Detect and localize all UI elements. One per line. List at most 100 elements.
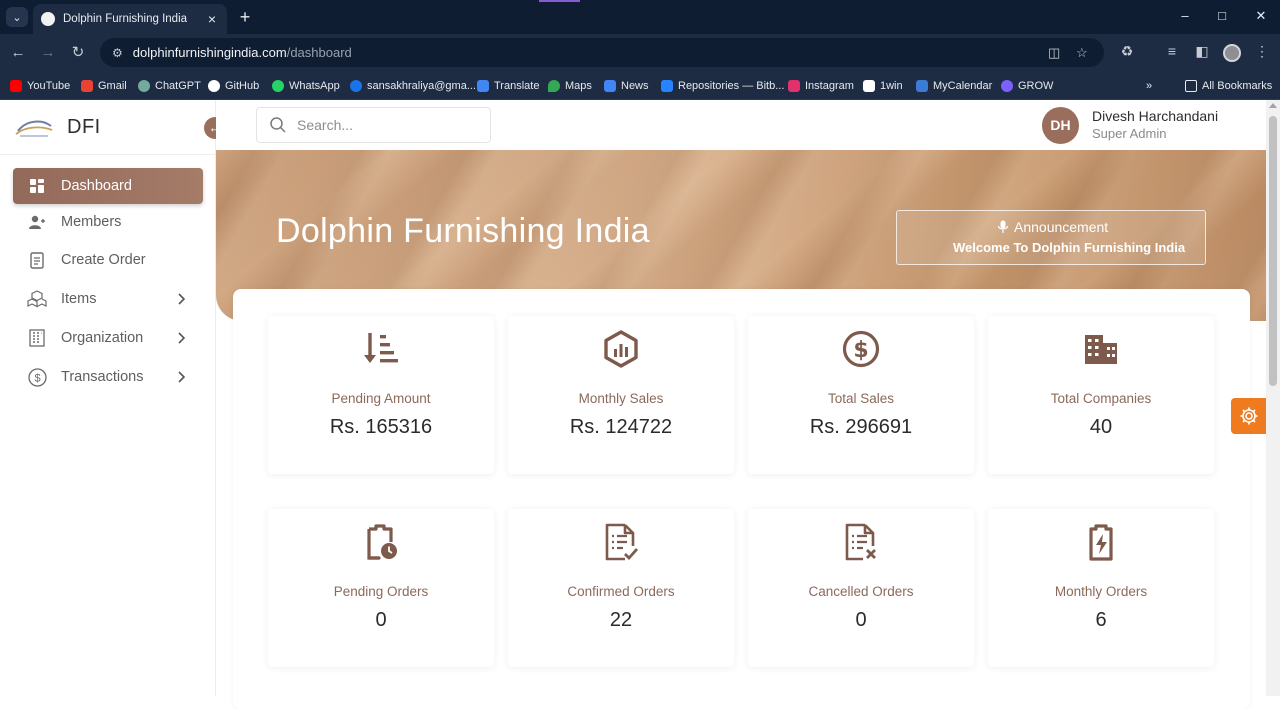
stat-card-pending-orders[interactable]: Pending Orders 0 xyxy=(268,509,494,667)
sidebar-item-items[interactable]: Items xyxy=(13,281,203,317)
bookmark-instagram[interactable]: Instagram xyxy=(788,78,854,94)
bookmark-1win[interactable]: 1win xyxy=(863,78,903,94)
sidebar-item-label: Items xyxy=(61,291,97,307)
bookmark-gmail[interactable]: Gmail xyxy=(81,78,127,94)
bookmark-github[interactable]: GitHub xyxy=(208,78,259,94)
stat-card-total-sales[interactable]: $ Total Sales Rs. 296691 xyxy=(748,316,974,474)
bookmark-repositories[interactable]: Repositories — Bitb... xyxy=(661,78,784,94)
stat-card-cancelled-orders[interactable]: Cancelled Orders 0 xyxy=(748,509,974,667)
url-path: /dashboard xyxy=(286,45,352,60)
close-window-button[interactable]: ✕ xyxy=(1251,8,1271,24)
stat-label: Total Sales xyxy=(827,391,895,406)
bookmark-maps[interactable]: Maps xyxy=(548,78,592,94)
announcement-header: Announcement xyxy=(997,219,1108,235)
stat-label: Total Companies xyxy=(1050,391,1152,406)
dollar-circle-icon: $ xyxy=(842,330,880,368)
document-icon xyxy=(27,250,47,270)
user-avatar[interactable]: DH xyxy=(1042,107,1079,144)
all-bookmarks[interactable]: All Bookmarks xyxy=(1185,78,1272,94)
bookmark-label: 1win xyxy=(880,80,903,92)
side-panel-icon[interactable]: ◧ xyxy=(1192,43,1212,60)
stat-card-monthly-orders[interactable]: Monthly Orders 6 xyxy=(988,509,1214,667)
announcement-text: Welcome To Dolphin Furnishing India xyxy=(953,240,1186,255)
back-button[interactable]: ← xyxy=(8,43,28,63)
page-scrollbar[interactable] xyxy=(1266,100,1280,696)
sidebar-item-label: Members xyxy=(61,214,122,230)
stat-value: 22 xyxy=(609,609,633,631)
bookmark-whatsapp[interactable]: WhatsApp xyxy=(272,78,340,94)
bookmarks-overflow-icon[interactable]: » xyxy=(1146,78,1152,94)
media-control-icon[interactable]: ≡ xyxy=(1162,43,1182,59)
hero-title: Dolphin Furnishing India xyxy=(276,212,650,250)
sidebar-item-members[interactable]: Members xyxy=(13,204,203,240)
site-info-icon[interactable]: ⚙ xyxy=(112,46,123,60)
bookmark-label: sansakhraliya@gma... xyxy=(367,80,476,92)
announcement-box: Announcement Welcome To Dolphin Furnishi… xyxy=(896,210,1206,265)
maps-icon xyxy=(548,80,560,92)
svg-text:$: $ xyxy=(34,372,40,384)
bookmark-label: WhatsApp xyxy=(289,80,340,92)
bookmark-label: ChatGPT xyxy=(155,80,201,92)
stat-card-pending-amount[interactable]: Pending Amount Rs. 165316 xyxy=(268,316,494,474)
bitbucket-icon xyxy=(661,80,673,92)
scroll-up-arrow-icon[interactable] xyxy=(1269,103,1277,108)
stat-label: Pending Orders xyxy=(333,584,429,599)
bookmark-label: Translate xyxy=(494,80,540,92)
stat-label: Monthly Orders xyxy=(1054,584,1148,599)
stat-value: 6 xyxy=(1095,609,1107,631)
brand-header: DFI ← xyxy=(0,100,226,155)
bookmark-youtube[interactable]: YouTube xyxy=(10,78,70,94)
stat-label: Pending Amount xyxy=(331,391,431,406)
translate-icon xyxy=(477,80,489,92)
all-bookmarks-label: All Bookmarks xyxy=(1202,80,1273,92)
stat-card-confirmed-orders[interactable]: Confirmed Orders 22 xyxy=(508,509,734,667)
bookmark-news[interactable]: News xyxy=(604,78,649,94)
search-box[interactable] xyxy=(256,107,491,143)
bookmark-email[interactable]: sansakhraliya@gma... xyxy=(350,78,476,94)
stat-label: Monthly Sales xyxy=(578,391,664,406)
address-bar[interactable]: ⚙ dolphinfurnishingindia.com/dashboard ◫… xyxy=(100,38,1104,67)
stat-value: 0 xyxy=(375,609,387,631)
bookmark-label: News xyxy=(621,80,649,92)
bookmark-star-icon[interactable]: ☆ xyxy=(1076,38,1088,67)
stat-card-monthly-sales[interactable]: Monthly Sales Rs. 124722 xyxy=(508,316,734,474)
sidebar-item-label: Dashboard xyxy=(61,178,132,194)
stat-card-total-companies[interactable]: Total Companies 40 xyxy=(988,316,1214,474)
tab-close-icon[interactable]: × xyxy=(205,11,219,27)
forward-button[interactable]: → xyxy=(38,43,58,63)
reload-button[interactable]: ↻ xyxy=(68,43,88,63)
browser-tab[interactable]: Dolphin Furnishing India × xyxy=(33,4,227,34)
tab-title: Dolphin Furnishing India xyxy=(63,13,188,25)
search-input[interactable] xyxy=(297,117,477,133)
sidebar-item-transactions[interactable]: $ Transactions xyxy=(13,359,203,395)
file-x-icon xyxy=(845,523,876,561)
top-bar: DH Divesh Harchandani Super Admin xyxy=(216,100,1266,150)
maximize-button[interactable]: □ xyxy=(1212,8,1232,23)
youtube-icon xyxy=(10,80,22,92)
stats-panel: Pending Amount Rs. 165316 Monthly Sales … xyxy=(233,289,1250,709)
install-app-icon[interactable]: ◫ xyxy=(1048,38,1060,67)
github-icon xyxy=(208,80,220,92)
scrollbar-thumb[interactable] xyxy=(1269,116,1277,386)
extensions-icon[interactable]: ♻ xyxy=(1117,43,1137,60)
bookmark-translate[interactable]: Translate xyxy=(477,78,539,94)
browser-menu-icon[interactable]: ⋮ xyxy=(1252,43,1272,60)
sidebar-item-dashboard[interactable]: Dashboard xyxy=(13,168,203,204)
bookmark-grow[interactable]: GROW xyxy=(1001,78,1053,94)
sort-descending-icon xyxy=(364,333,398,363)
settings-fab-button[interactable] xyxy=(1231,398,1266,434)
new-tab-button[interactable]: + xyxy=(235,7,255,27)
stat-label: Confirmed Orders xyxy=(567,584,675,599)
user-name[interactable]: Divesh Harchandani xyxy=(1092,108,1218,124)
bookmark-chatgpt[interactable]: ChatGPT xyxy=(138,78,201,94)
tab-search-button[interactable]: ⌄ xyxy=(6,7,28,27)
bookmark-mycalendar[interactable]: MyCalendar xyxy=(916,78,992,94)
browser-profile-avatar[interactable] xyxy=(1223,44,1241,62)
dashboard-icon xyxy=(27,176,47,196)
stat-value: Rs. 296691 xyxy=(809,416,913,438)
minimize-button[interactable]: – xyxy=(1175,8,1195,23)
folder-icon xyxy=(1185,80,1197,92)
sidebar-item-create-order[interactable]: Create Order xyxy=(13,242,203,278)
sidebar-item-organization[interactable]: Organization xyxy=(13,320,203,356)
calendar-icon xyxy=(916,80,928,92)
